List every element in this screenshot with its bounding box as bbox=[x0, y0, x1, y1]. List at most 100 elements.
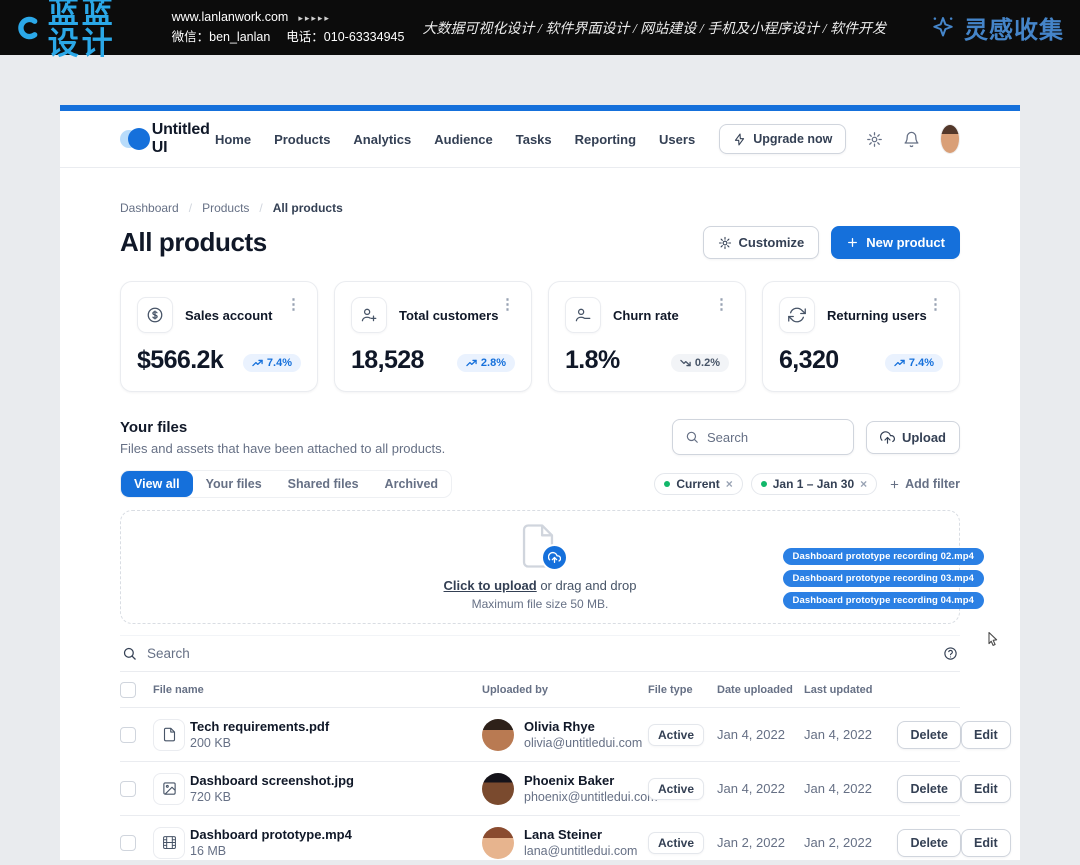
file-name[interactable]: Dashboard screenshot.jpg bbox=[190, 773, 482, 788]
stat-card-sales-account: Sales account ⋮ $566.2k 7.4% bbox=[120, 281, 318, 392]
untitled-ui-logo-icon bbox=[120, 128, 143, 150]
upgrade-label: Upgrade now bbox=[753, 132, 832, 146]
breadcrumb: Dashboard / Products / All products bbox=[120, 201, 960, 215]
nav-item-audience[interactable]: Audience bbox=[434, 132, 493, 147]
date-uploaded: Jan 4, 2022 bbox=[717, 781, 804, 796]
trend-badge: 7.4% bbox=[885, 354, 943, 372]
close-icon[interactable]: × bbox=[860, 477, 867, 491]
trend-badge: 2.8% bbox=[457, 354, 515, 372]
status-badge: Active bbox=[648, 724, 704, 746]
row-checkbox[interactable] bbox=[120, 781, 136, 797]
help-circle-icon[interactable] bbox=[943, 646, 958, 661]
upgrade-now-button[interactable]: Upgrade now bbox=[719, 124, 846, 154]
customize-button[interactable]: Customize bbox=[703, 226, 820, 259]
nav-item-home[interactable]: Home bbox=[215, 132, 251, 147]
date-uploaded: Jan 4, 2022 bbox=[717, 727, 804, 742]
table-search-field[interactable] bbox=[147, 646, 933, 661]
uploader-email: olivia@untitledui.com bbox=[524, 736, 642, 750]
breadcrumb-dashboard[interactable]: Dashboard bbox=[120, 201, 179, 215]
untitled-ui-brand[interactable]: Untitled UI bbox=[120, 121, 215, 157]
status-dot bbox=[761, 481, 767, 487]
page-content: Dashboard / Products / All products All … bbox=[60, 201, 1020, 860]
user-avatar[interactable] bbox=[940, 124, 960, 154]
breadcrumb-all-products[interactable]: All products bbox=[273, 201, 343, 215]
table-row: Tech requirements.pdf 200 KB Olivia Rhye… bbox=[120, 708, 960, 762]
title-actions: Customize New product bbox=[703, 226, 960, 259]
close-icon[interactable]: × bbox=[726, 477, 733, 491]
trend-up-icon bbox=[466, 359, 477, 367]
nav-item-reporting[interactable]: Reporting bbox=[575, 132, 636, 147]
kebab-menu-icon[interactable]: ⋮ bbox=[714, 297, 729, 312]
dropzone-text: Click to upload or drag and drop bbox=[444, 578, 637, 593]
stat-change: 2.8% bbox=[481, 357, 506, 369]
row-checkbox[interactable] bbox=[120, 835, 136, 851]
delete-button[interactable]: Delete bbox=[897, 775, 961, 803]
delete-button[interactable]: Delete bbox=[897, 721, 961, 749]
filter-chip-current[interactable]: Current × bbox=[654, 473, 742, 495]
stat-label: Returning users bbox=[827, 308, 927, 323]
date-updated: Jan 4, 2022 bbox=[804, 781, 891, 796]
nav-item-users[interactable]: Users bbox=[659, 132, 695, 147]
tab-archived[interactable]: Archived bbox=[372, 471, 452, 497]
edit-button[interactable]: Edit bbox=[961, 775, 1011, 803]
trend-up-icon bbox=[894, 359, 905, 367]
kebab-menu-icon[interactable]: ⋮ bbox=[286, 297, 301, 312]
col-file-name: File name bbox=[153, 684, 482, 696]
file-chip[interactable]: Dashboard prototype recording 02.mp4 bbox=[783, 548, 985, 565]
customize-label: Customize bbox=[739, 235, 805, 250]
select-all-checkbox[interactable] bbox=[120, 682, 136, 698]
lanlan-logo-icon bbox=[14, 9, 40, 47]
breadcrumb-products[interactable]: Products bbox=[202, 201, 249, 215]
file-name[interactable]: Tech requirements.pdf bbox=[190, 719, 482, 734]
filter-chip-date-range[interactable]: Jan 1 – Jan 30 × bbox=[751, 473, 877, 495]
avatar bbox=[482, 719, 514, 751]
dropzone-hint: Maximum file size 50 MB. bbox=[472, 597, 609, 611]
notifications-bell-icon[interactable] bbox=[903, 131, 920, 148]
tab-shared-files[interactable]: Shared files bbox=[275, 471, 372, 497]
trend-up-icon bbox=[252, 359, 263, 367]
search-icon bbox=[122, 646, 137, 661]
drag-drop-label: or drag and drop bbox=[540, 578, 636, 593]
tab-view-all[interactable]: View all bbox=[121, 471, 193, 497]
upload-button[interactable]: Upload bbox=[866, 421, 960, 454]
uploader-name: Lana Steiner bbox=[524, 827, 637, 842]
kebab-menu-icon[interactable]: ⋮ bbox=[500, 297, 515, 312]
delete-button[interactable]: Delete bbox=[897, 829, 961, 857]
filter-label: Current bbox=[676, 477, 719, 491]
tab-your-files[interactable]: Your files bbox=[193, 471, 275, 497]
click-to-upload-link[interactable]: Click to upload bbox=[444, 578, 537, 593]
nav-item-analytics[interactable]: Analytics bbox=[353, 132, 411, 147]
files-title: Your files bbox=[120, 419, 445, 436]
files-search-input[interactable] bbox=[672, 419, 854, 455]
add-filter-label: Add filter bbox=[905, 477, 960, 491]
video-file-icon bbox=[153, 827, 185, 859]
date-uploaded: Jan 2, 2022 bbox=[717, 835, 804, 850]
sparkle-icon bbox=[928, 13, 958, 43]
arrows-decoration: ▸▸▸▸▸ bbox=[298, 13, 331, 23]
file-name[interactable]: Dashboard prototype.mp4 bbox=[190, 827, 482, 842]
table-search-bar[interactable] bbox=[120, 635, 960, 672]
row-checkbox[interactable] bbox=[120, 727, 136, 743]
upload-dropzone[interactable]: Click to upload or drag and drop Maximum… bbox=[120, 510, 960, 624]
edit-button[interactable]: Edit bbox=[961, 721, 1011, 749]
files-search-field[interactable] bbox=[707, 430, 841, 445]
stat-value: 1.8% bbox=[565, 346, 620, 375]
col-uploaded-by: Uploaded by bbox=[482, 684, 648, 696]
upload-cloud-icon bbox=[880, 430, 895, 445]
promo-banner: 蓝蓝设计 www.lanlanwork.com▸▸▸▸▸ 微信：ben_lanl… bbox=[0, 0, 1080, 55]
edit-button[interactable]: Edit bbox=[961, 829, 1011, 857]
kebab-menu-icon[interactable]: ⋮ bbox=[928, 297, 943, 312]
new-product-button[interactable]: New product bbox=[831, 226, 960, 259]
trend-down-icon bbox=[680, 359, 691, 367]
nav-item-products[interactable]: Products bbox=[274, 132, 330, 147]
file-chip[interactable]: Dashboard prototype recording 04.mp4 bbox=[783, 592, 985, 609]
add-filter-button[interactable]: Add filter bbox=[889, 477, 960, 491]
collect-label: 灵感收集 bbox=[964, 10, 1064, 45]
settings-gear-icon[interactable] bbox=[866, 131, 883, 148]
upload-label: Upload bbox=[902, 430, 946, 445]
tabs-row: View all Your files Shared files Archive… bbox=[120, 470, 960, 498]
stat-card-churn-rate: Churn rate ⋮ 1.8% 0.2% bbox=[548, 281, 746, 392]
file-chip[interactable]: Dashboard prototype recording 03.mp4 bbox=[783, 570, 985, 587]
nav-item-tasks[interactable]: Tasks bbox=[516, 132, 552, 147]
image-file-icon bbox=[153, 773, 185, 805]
